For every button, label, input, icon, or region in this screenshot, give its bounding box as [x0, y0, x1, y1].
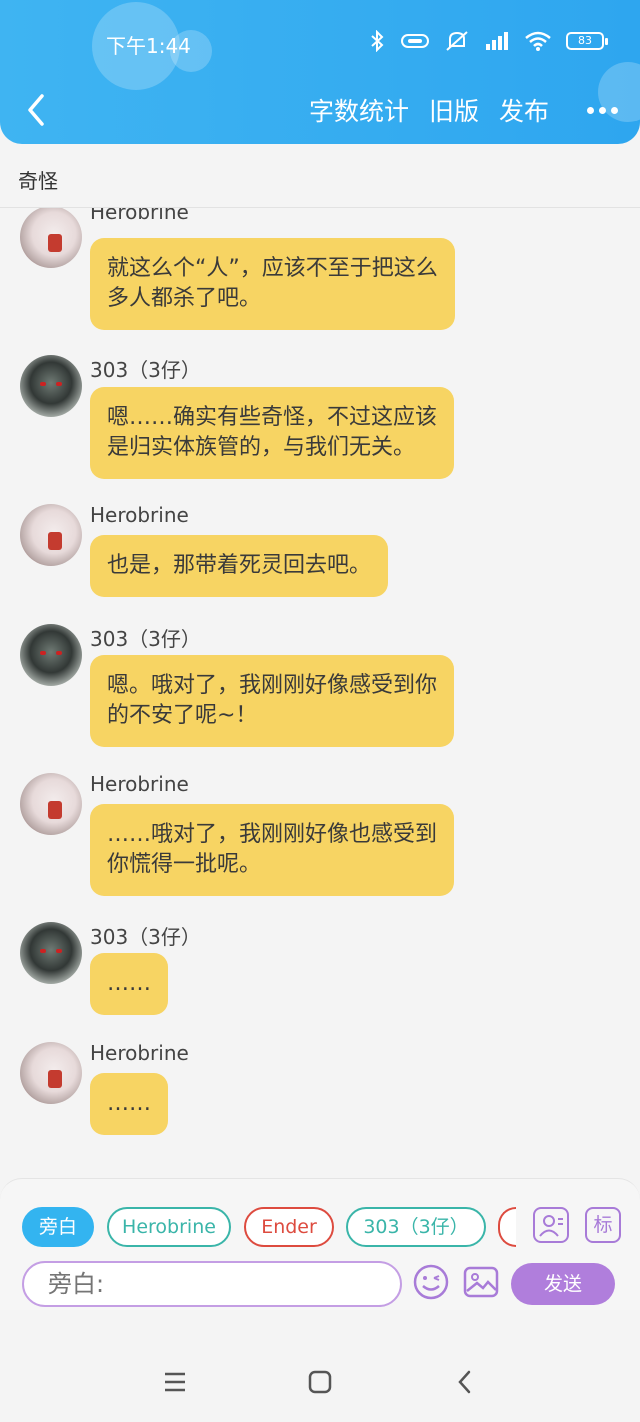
sender-name: Herobrine: [90, 503, 189, 527]
message-line: 多人都杀了吧。: [107, 286, 262, 311]
role-chip-303[interactable]: 303（3仔）: [346, 1207, 486, 1247]
message-line: 也是，那带着死灵回去吧。: [107, 553, 372, 578]
message-line: 嗯。哦对了，我刚刚好像感受到你: [107, 673, 438, 698]
role-chip-herobrine[interactable]: Herobrine: [107, 1207, 231, 1247]
header-actions: 字数统计 旧版 发布: [309, 92, 618, 128]
emoji-icon[interactable]: [412, 1263, 450, 1301]
sender-name: Herobrine: [90, 772, 189, 796]
system-back-icon[interactable]: [455, 1370, 475, 1394]
herobrine-avatar[interactable]: [20, 773, 82, 835]
role-manager-icon[interactable]: [533, 1207, 569, 1243]
sender-name: Herobrine: [90, 1041, 189, 1065]
message-line: ……: [107, 1091, 151, 1116]
mark-button[interactable]: 标: [585, 1207, 621, 1243]
nfc-icon: [401, 34, 429, 48]
sender-name: 303（3仔）: [90, 627, 201, 651]
message-bubble[interactable]: 就这么个“人”，应该不至于把这么 多人都杀了吧。: [90, 238, 455, 330]
message-line: 就这么个“人”，应该不至于把这么: [107, 256, 438, 281]
role-chip-narration[interactable]: 旁白: [22, 1207, 94, 1247]
home-icon[interactable]: [308, 1370, 332, 1394]
back-arrow-icon[interactable]: [22, 92, 52, 128]
status-time: 下午1:44: [106, 34, 191, 58]
herobrine-avatar[interactable]: [20, 1042, 82, 1104]
message-bubble[interactable]: 嗯。哦对了，我刚刚好像感受到你 的不安了呢~！: [90, 655, 455, 747]
message-list[interactable]: Herobrine 就这么个“人”，应该不至于把这么 多人都杀了吧。 303（3…: [0, 208, 640, 1178]
303-avatar[interactable]: [20, 624, 82, 686]
message-line: ……哦对了，我刚刚好像也感受到: [107, 822, 438, 847]
publish-button[interactable]: 发布: [499, 92, 549, 128]
message-bubble[interactable]: ……: [90, 953, 168, 1015]
image-icon[interactable]: [462, 1263, 500, 1301]
app-header: 下午1:44 83 字数统计 旧版 发布: [0, 0, 640, 144]
303-avatar[interactable]: [20, 922, 82, 984]
sender-name: 303（3仔）: [90, 925, 201, 949]
303-avatar[interactable]: [20, 355, 82, 417]
herobrine-avatar[interactable]: [20, 208, 82, 268]
signal-icon: [486, 32, 508, 50]
message-bubble[interactable]: ……哦对了，我刚刚好像也感受到 你慌得一批呢。: [90, 804, 455, 896]
input-panel: 旁白 Herobrine Ender 303（3仔） 标 发送: [0, 1178, 640, 1310]
message-line: 是归实体族管的，与我们无关。: [107, 435, 416, 460]
message-bubble[interactable]: 也是，那带着死灵回去吧。: [90, 535, 389, 597]
bluetooth-icon: [371, 30, 384, 52]
old-version-button[interactable]: 旧版: [429, 92, 479, 128]
mute-icon: [446, 31, 468, 51]
role-chip-more[interactable]: [498, 1207, 516, 1247]
menu-icon[interactable]: [163, 1370, 187, 1394]
status-icons: 83: [368, 30, 608, 52]
message-input[interactable]: [22, 1261, 402, 1307]
battery-indicator: 83: [566, 32, 608, 50]
message-line: 嗯……确实有些奇怪，不过这应该: [107, 405, 438, 430]
send-button[interactable]: 发送: [511, 1263, 615, 1305]
message-line: 你慌得一批呢。: [107, 852, 262, 877]
message-line: 的不安了呢~！: [107, 703, 258, 728]
message-line: ……: [107, 971, 151, 996]
system-nav-bar: [0, 1310, 640, 1422]
message-bubble[interactable]: ……: [90, 1073, 168, 1135]
herobrine-avatar[interactable]: [20, 504, 82, 566]
sender-name: Herobrine: [90, 208, 189, 224]
word-count-button[interactable]: 字数统计: [309, 92, 409, 128]
message-bubble[interactable]: 嗯……确实有些奇怪，不过这应该 是归实体族管的，与我们无关。: [90, 387, 455, 479]
more-options-icon[interactable]: [587, 106, 618, 114]
chat-title: 奇怪: [18, 169, 58, 193]
sender-name: 303（3仔）: [90, 358, 201, 382]
wifi-icon: [525, 31, 551, 51]
role-chip-ender[interactable]: Ender: [244, 1207, 334, 1247]
